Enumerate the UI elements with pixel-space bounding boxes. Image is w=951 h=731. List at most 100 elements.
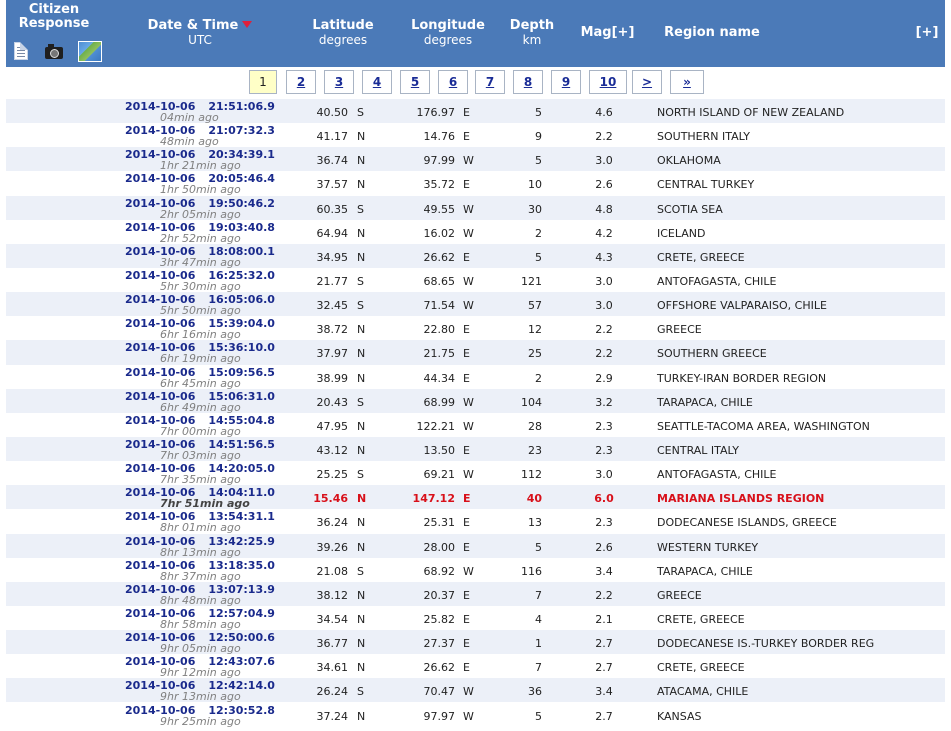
event-time-ago: 7hr 03min ago [160, 448, 241, 462]
event-magnitude: 2.2 [595, 323, 613, 337]
table-row[interactable]: 2014-10-06 20:05:46.4 1hr 50min ago 37.57 N 3… [6, 171, 945, 197]
table-row[interactable]: 2014-10-06 18:08:00.1 3hr 47min ago 34.95 N 2… [6, 243, 945, 269]
pager-page-8[interactable]: 8 [513, 70, 543, 94]
event-depth: 7 [535, 588, 542, 602]
event-depth: 25 [528, 347, 542, 361]
event-longitude: 27.37 [423, 637, 456, 651]
latitude-label[interactable]: Latitude [312, 18, 373, 33]
region-column-header[interactable]: Region name [654, 26, 770, 40]
event-lon-hemisphere: W [463, 202, 474, 216]
event-longitude: 147.12 [412, 492, 455, 506]
pager-page-10[interactable]: 10 [589, 70, 627, 94]
expand-columns-button[interactable]: [+] [913, 26, 941, 40]
pager-page-1[interactable]: 1 [249, 70, 277, 94]
region-label[interactable]: Region name [664, 25, 760, 40]
table-row[interactable]: 2014-10-06 12:30:52.8 9hr 25min ago 37.24 N 9… [6, 702, 945, 728]
event-lat-hemisphere: N [357, 154, 366, 168]
table-row[interactable]: 2014-10-06 13:18:35.0 8hr 37min ago 21.08 S 6… [6, 557, 945, 583]
table-row[interactable]: 2014-10-06 21:51:06.9 04min ago 40.50 S 176.9… [6, 99, 945, 124]
table-row[interactable]: 2014-10-06 12:50:00.6 9hr 05min ago 36.77 N 2… [6, 630, 945, 655]
event-region: ATACAMA, CHILE [657, 685, 749, 699]
event-longitude: 26.62 [423, 661, 456, 675]
event-time-ago: 1hr 50min ago [160, 183, 241, 197]
event-region: SOUTHERN GREECE [657, 347, 767, 361]
latitude-column-header[interactable]: Latitude degrees [303, 18, 383, 48]
event-depth: 40 [526, 492, 542, 506]
event-latitude: 37.57 [316, 178, 349, 192]
event-lon-hemisphere: E [463, 612, 470, 626]
event-magnitude: 4.2 [595, 226, 613, 240]
document-icon[interactable] [14, 42, 28, 60]
event-magnitude: 2.2 [595, 130, 613, 144]
table-row[interactable]: 2014-10-06 12:57:04.9 8hr 58min ago 34.54 N 2… [6, 605, 945, 631]
pager-page-2[interactable]: 2 [286, 70, 316, 94]
event-magnitude: 2.9 [595, 371, 613, 385]
table-row[interactable]: 2014-10-06 19:03:40.8 2hr 52min ago 64.94 N 1… [6, 219, 945, 245]
table-row[interactable]: 2014-10-06 12:43:07.6 9hr 12min ago 34.61 N 2… [6, 654, 945, 679]
magnitude-label[interactable]: Mag[+] [581, 25, 635, 40]
table-row[interactable]: 2014-10-06 13:42:25.9 8hr 13min ago 39.26 N 2… [6, 533, 945, 559]
event-time-ago: 1hr 21min ago [160, 159, 241, 173]
pager-page-3[interactable]: 3 [324, 70, 354, 94]
datetime-label[interactable]: Date & Time [148, 18, 239, 33]
event-lat-hemisphere: N [357, 661, 366, 675]
citizen-response-icons [12, 41, 102, 62]
pager-page-9[interactable]: 9 [551, 70, 581, 94]
event-lon-hemisphere: W [463, 154, 474, 168]
event-longitude: 16.02 [423, 226, 456, 240]
pager-page-6[interactable]: 6 [438, 70, 468, 94]
event-depth: 13 [528, 516, 542, 530]
event-longitude: 20.37 [423, 588, 456, 602]
table-row[interactable]: 2014-10-06 13:54:31.1 8hr 01min ago 36.24 N 2… [6, 509, 945, 534]
table-row[interactable]: 2014-10-06 21:07:32.3 48min ago 41.17 N 14.76… [6, 123, 945, 149]
event-lat-hemisphere: N [357, 250, 366, 264]
event-depth: 10 [528, 178, 542, 192]
table-row[interactable]: 2014-10-06 16:25:32.0 5hr 30min ago 21.77 S 6… [6, 267, 945, 293]
event-magnitude: 3.0 [595, 154, 613, 168]
event-latitude: 32.45 [316, 299, 349, 313]
expand-label[interactable]: [+] [916, 25, 939, 40]
table-row[interactable]: 2014-10-06 15:36:10.0 6hr 19min ago 37.97 N 2… [6, 340, 945, 365]
table-row[interactable]: 2014-10-06 13:07:13.9 8hr 48min ago 38.12 N 2… [6, 581, 945, 607]
event-region: KANSAS [657, 709, 702, 723]
table-row[interactable]: 2014-10-06 14:51:56.5 7hr 03min ago 43.12 N 1… [6, 436, 945, 462]
depth-column-header[interactable]: Depth km [502, 18, 562, 48]
event-time-ago: 48min ago [160, 135, 219, 149]
table-row[interactable]: 2014-10-06 16:05:06.0 5hr 50min ago 32.45 S 7… [6, 292, 945, 317]
event-lat-hemisphere: S [357, 299, 364, 313]
table-row[interactable]: 2014-10-06 14:55:04.8 7hr 00min ago 47.95 N 1… [6, 412, 945, 438]
pager-next-button[interactable]: > [632, 70, 662, 94]
event-time-ago: 8hr 58min ago [160, 617, 241, 631]
event-latitude: 38.99 [316, 371, 349, 385]
event-depth: 36 [528, 685, 542, 699]
table-row[interactable]: 2014-10-06 20:34:39.1 1hr 21min ago 36.74 N 9… [6, 147, 945, 173]
event-lon-hemisphere: W [463, 395, 474, 409]
datetime-column-header[interactable]: Date & Time UTC [136, 19, 264, 47]
depth-label[interactable]: Depth [510, 18, 554, 33]
pager-last-button[interactable]: » [670, 70, 704, 94]
pager-page-4[interactable]: 4 [362, 70, 392, 94]
event-time-ago: 6hr 45min ago [160, 376, 241, 390]
table-row[interactable]: 2014-10-06 19:50:46.2 2hr 05min ago 60.35 S 4… [6, 195, 945, 221]
event-latitude: 21.08 [316, 564, 349, 578]
event-depth: 12 [528, 323, 542, 337]
pager-page-7[interactable]: 7 [475, 70, 505, 94]
table-row[interactable]: 2014-10-06 14:20:05.0 7hr 35min ago 25.25 S 6… [6, 461, 945, 486]
event-depth: 4 [535, 612, 542, 626]
table-row[interactable]: 2014-10-06 14:04:11.0 7hr 51min ago 15.46 N 1… [6, 485, 945, 510]
table-row[interactable]: 2014-10-06 15:39:04.0 6hr 16min ago 38.72 N 2… [6, 316, 945, 341]
table-row[interactable]: 2014-10-06 15:09:56.5 6hr 45min ago 38.99 N 4… [6, 364, 945, 390]
magnitude-column-header[interactable]: Mag[+] [570, 26, 645, 40]
longitude-label[interactable]: Longitude [411, 18, 485, 33]
event-depth: 57 [528, 299, 542, 313]
sort-descending-icon[interactable] [242, 21, 253, 28]
event-magnitude: 2.7 [595, 709, 613, 723]
table-row[interactable]: 2014-10-06 15:06:31.0 6hr 49min ago 20.43 S 6… [6, 388, 945, 414]
map-icon[interactable] [78, 41, 102, 62]
event-lon-hemisphere: W [463, 274, 474, 288]
table-row[interactable]: 2014-10-06 12:42:14.0 9hr 13min ago 26.24 S 7… [6, 678, 945, 703]
longitude-column-header[interactable]: Longitude degrees [403, 18, 493, 48]
pager-page-5[interactable]: 5 [400, 70, 430, 94]
event-lon-hemisphere: W [463, 564, 474, 578]
camera-icon[interactable] [45, 44, 63, 59]
